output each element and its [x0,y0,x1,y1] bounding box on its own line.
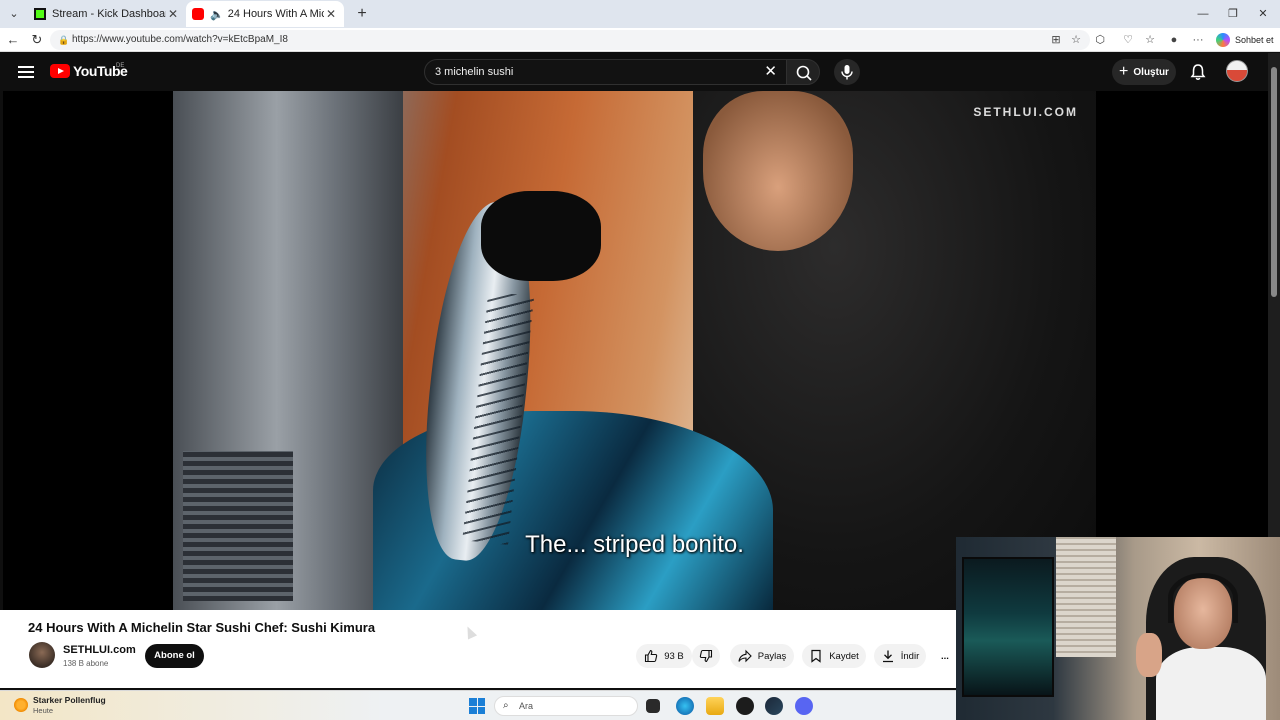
notifications-bell-icon[interactable] [1189,63,1207,81]
create-label: Oluştur [1133,66,1169,78]
thumbs-down-icon [699,649,713,663]
menu-hamburger-icon[interactable] [18,63,34,79]
speaker-icon[interactable]: 🔈 [210,8,224,21]
back-icon[interactable]: ← [4,31,22,49]
voice-search-button[interactable] [834,59,860,85]
dislike-button[interactable] [692,644,720,668]
favorite-star-icon[interactable]: ☆ [1068,32,1084,48]
copilot-label: Sohbet et [1235,35,1274,45]
tab-kick-dashboard[interactable]: Stream - Kick Dashboard ✕ [28,1,186,27]
download-label: İndir [900,650,920,662]
like-button[interactable]: 93 B [636,644,692,668]
discord-icon[interactable] [795,697,813,715]
obs-studio-icon[interactable] [736,697,754,715]
webcam-streamer-body [1156,647,1266,720]
video-player[interactable]: SETHLUI.COM The... striped bonito. [3,91,1268,610]
profile-icon[interactable]: ● [1166,32,1182,48]
search-input[interactable]: 3 michelin sushi ✕ [424,59,788,85]
window-close-icon[interactable]: ✕ [1248,4,1278,24]
search-button[interactable] [786,59,820,85]
save-label: Kaydet [829,650,859,662]
video-frame[interactable]: SETHLUI.COM The... striped bonito. [173,91,1096,610]
restore-icon[interactable]: ❐ [1218,4,1248,24]
steam-icon[interactable] [765,697,783,715]
minimize-icon[interactable]: — [1188,4,1218,24]
scrollbar-thumb[interactable] [1271,67,1277,297]
tab-youtube-video[interactable]: 🔈 24 Hours With A Michelin Star ✕ [186,1,344,27]
download-button[interactable]: İndir [874,644,926,668]
subscribe-button[interactable]: Abone ol [145,644,204,668]
channel-name[interactable]: SETHLUI.com [63,644,136,656]
account-avatar[interactable] [1226,60,1248,82]
close-tab-icon[interactable]: ✕ [324,7,338,21]
close-tab-icon[interactable]: ✕ [166,7,180,21]
copilot-button[interactable]: Sohbet et [1216,31,1274,49]
edge-browser-icon[interactable] [676,697,694,715]
task-view-icon[interactable] [646,699,660,713]
weather-icon[interactable] [14,698,28,712]
search-query: 3 michelin sushi [435,66,514,78]
share-button[interactable]: Paylaş [730,644,794,668]
save-button[interactable]: Kaydet [802,644,866,668]
headset-icon [1168,573,1238,623]
clear-search-icon[interactable]: ✕ [764,60,777,84]
tab-actions-icon[interactable]: ⌄ [4,4,24,24]
webcam-monitor [962,557,1054,697]
youtube-header: YouTube DE 3 michelin sushi ✕ + Oluştur [0,53,1268,91]
microphone-icon [841,65,853,80]
video-fridge-vent [183,451,293,601]
webcam-overlay [956,537,1280,720]
tab-title: 24 Hours With A Michelin Star [227,8,324,20]
video-chef-face [703,91,853,251]
video-info-panel: 24 Hours With A Michelin Star Sushi Chef… [0,610,956,688]
collections-icon[interactable]: ☆ [1142,32,1158,48]
new-tab-icon[interactable]: + [352,4,372,24]
like-count: 93 B [664,650,684,662]
tab-title: Stream - Kick Dashboard [52,8,166,20]
country-code: DE [116,63,125,69]
taskbar-search-input[interactable]: ⌕ Ara [494,696,638,716]
subscriber-count: 138 B abone [63,659,109,668]
youtube-favicon-icon [192,8,204,20]
thumbs-up-icon [645,649,658,663]
refresh-icon[interactable]: ↻ [28,31,46,49]
webcam-window-blinds [1056,537,1116,657]
windows-start-icon[interactable] [469,698,485,714]
settings-more-icon[interactable]: ··· [1190,32,1206,48]
url-text: https://www.youtube.com/watch?v=kEtcBpaM… [72,34,288,45]
youtube-play-icon [50,64,70,78]
weather-subtitle: Heute [33,706,54,715]
kick-favicon-icon [34,8,46,20]
share-arrow-icon [738,649,752,663]
extensions-icon[interactable]: ⬡ [1092,32,1108,48]
address-bar: ← ↻ 🔒 https://www.youtube.com/watch?v=kE… [0,28,1280,52]
download-icon [882,650,893,663]
file-explorer-icon[interactable] [706,697,724,715]
site-info-icon[interactable]: 🔒 [58,30,69,50]
video-black-glove [481,191,601,281]
taskbar-search-placeholder: Ara [519,701,534,711]
webcam-streamer-hand [1136,633,1162,677]
plus-icon: + [1119,63,1129,80]
create-button[interactable]: + Oluştur [1112,59,1176,85]
share-label: Paylaş [757,650,787,662]
url-field[interactable]: 🔒 https://www.youtube.com/watch?v=kEtcBp… [50,30,1090,50]
video-watermark: SETHLUI.COM [973,105,1078,119]
channel-avatar[interactable] [29,642,55,668]
search-icon: ⌕ [503,700,509,711]
bookmark-icon [811,649,821,663]
video-title: 24 Hours With A Michelin Star Sushi Chef… [28,620,376,635]
more-actions-icon[interactable]: ... [934,644,956,668]
windows-taskbar: Starker Pollenflug Heute ⌕ Ara [0,690,956,720]
browser-tab-bar: ⌄ Stream - Kick Dashboard ✕ 🔈 24 Hours W… [0,0,1280,28]
search-icon [796,65,812,81]
copilot-icon [1216,33,1230,47]
app-available-icon[interactable]: ⊞ [1048,32,1064,48]
weather-title[interactable]: Starker Pollenflug [33,695,106,705]
browser-essentials-icon[interactable]: ♡ [1120,32,1136,48]
